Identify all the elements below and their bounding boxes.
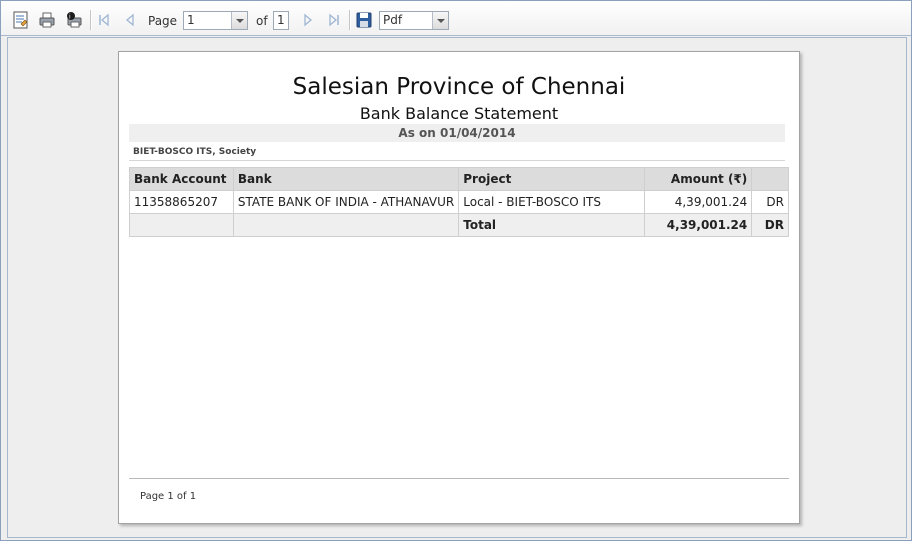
report-page: Salesian Province of Chennai Bank Balanc…: [118, 51, 800, 524]
column-header-drcr: [751, 167, 789, 191]
report-subtitle: Bank Balance Statement: [359, 104, 559, 123]
report-title: Salesian Province of Chennai: [292, 74, 626, 100]
page-label: Page: [148, 14, 178, 28]
total-amount: 4,39,001.24: [643, 213, 753, 237]
next-page-icon[interactable]: [301, 13, 315, 27]
export-format-select[interactable]: Pdf: [379, 11, 449, 30]
total-drcr: DR: [751, 213, 789, 237]
print-icon[interactable]: [38, 11, 56, 29]
bank-balance-table: Bank Account Bank Project Amount (₹) 113…: [129, 167, 789, 237]
column-header-project: Project: [458, 167, 645, 191]
table-header-row: Bank Account Bank Project Amount (₹): [129, 167, 789, 191]
toolbar: i Page 1 of 1 Pdf: [1, 1, 911, 36]
total-cell-empty: [232, 213, 460, 237]
total-cell-empty: [129, 213, 234, 237]
as-on-date: As on 01/04/2014: [129, 124, 785, 142]
export-format-value: Pdf: [383, 13, 403, 27]
toolbar-separator: [349, 10, 351, 30]
chevron-down-icon[interactable]: [231, 12, 247, 29]
print-preview-icon[interactable]: i: [65, 11, 83, 29]
save-icon[interactable]: [355, 11, 373, 29]
chevron-down-icon[interactable]: [432, 12, 448, 29]
first-page-icon[interactable]: [97, 13, 111, 27]
report-viewer-window: i Page 1 of 1 Pdf Salesian Province of C…: [0, 0, 912, 541]
column-header-bank: Bank: [232, 167, 460, 191]
cell-project: Local - BIET-BOSCO ITS: [458, 190, 645, 214]
document-map-icon[interactable]: [12, 11, 30, 29]
column-header-bank-account: Bank Account: [129, 167, 234, 191]
toolbar-separator: [90, 10, 92, 30]
page-footer: Page 1 of 1: [140, 491, 197, 502]
total-label: Total: [458, 213, 645, 237]
report-viewport[interactable]: Salesian Province of Chennai Bank Balanc…: [7, 37, 907, 538]
footer-divider: [129, 478, 789, 479]
society-name: BIET-BOSCO ITS, Society: [129, 143, 785, 161]
cell-bank: STATE BANK OF INDIA - ATHANAVUR: [232, 190, 460, 214]
total-pages: 1: [273, 11, 289, 30]
page-selector[interactable]: 1: [183, 11, 248, 30]
total-row: Total 4,39,001.24 DR: [129, 213, 789, 237]
page-selector-value: 1: [187, 13, 195, 27]
column-header-amount: Amount (₹): [643, 167, 753, 191]
last-page-icon[interactable]: [327, 13, 341, 27]
of-label: of: [256, 14, 268, 28]
previous-page-icon[interactable]: [123, 13, 137, 27]
cell-bank-account: 11358865207: [129, 190, 234, 214]
table-row: 11358865207 STATE BANK OF INDIA - ATHANA…: [129, 190, 789, 214]
cell-drcr: DR: [751, 190, 789, 214]
cell-amount: 4,39,001.24: [643, 190, 753, 214]
